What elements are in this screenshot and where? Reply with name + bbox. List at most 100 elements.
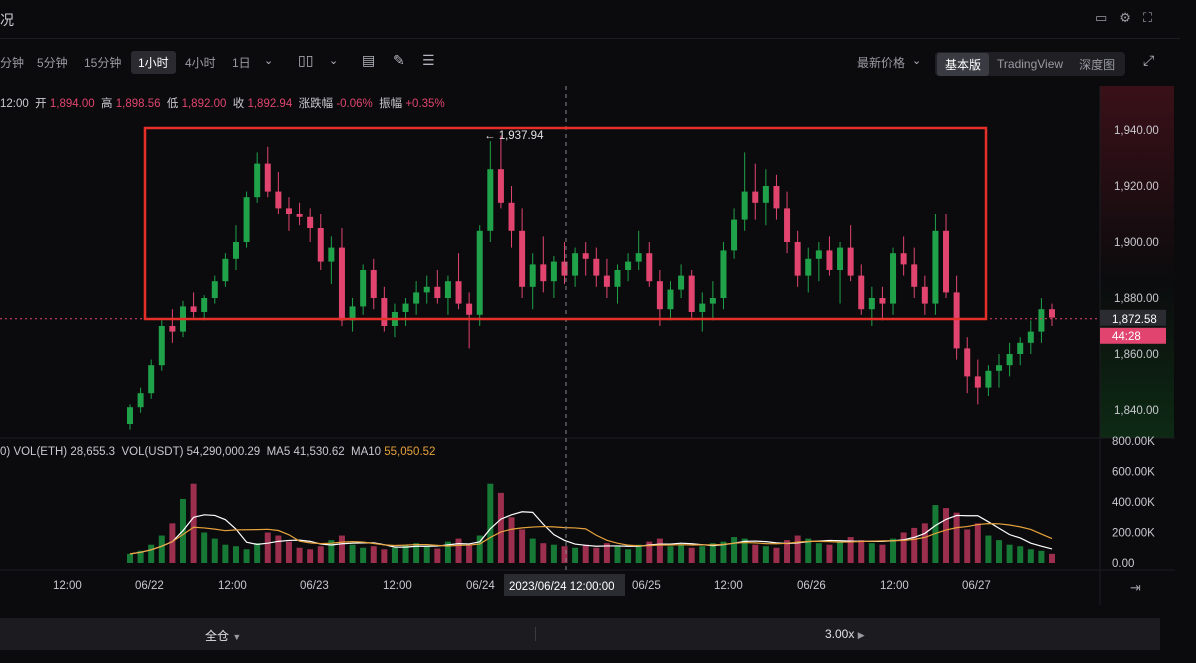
view-basic[interactable]: 基本版 xyxy=(937,52,990,76)
candle-body xyxy=(625,261,632,270)
volume-tick-label: 0.00 xyxy=(1112,558,1134,570)
interval-1h[interactable]: 1小时 xyxy=(131,51,176,74)
candle-body xyxy=(434,286,441,298)
ohlc-time: 12:00 xyxy=(0,98,29,110)
volume-bar xyxy=(497,492,504,563)
time-tick-label: 06/22 xyxy=(135,580,164,592)
volume-bar xyxy=(731,537,738,563)
volume-bar xyxy=(847,537,854,563)
candle-body xyxy=(476,230,483,315)
candle-body xyxy=(974,376,981,388)
candle-body xyxy=(582,253,589,259)
candle-body xyxy=(455,281,462,304)
candle-type-icon[interactable]: ▯▯ xyxy=(298,52,313,69)
volume-bar xyxy=(540,543,547,563)
bar-divider xyxy=(535,627,536,641)
view-tradingview[interactable]: TradingView xyxy=(989,54,1071,74)
volume-bar xyxy=(688,547,695,563)
candle-body xyxy=(932,230,939,304)
candle-body xyxy=(1038,309,1045,332)
leverage-select[interactable]: 3.00x ▶ xyxy=(825,627,865,641)
price-mode-select[interactable]: 最新价格 xyxy=(857,54,905,71)
candle-body xyxy=(285,208,292,214)
volume-bar xyxy=(646,541,653,563)
price-tick-label: 1,940.00 xyxy=(1114,125,1159,137)
volume-bar xyxy=(338,535,345,563)
interval-1m[interactable]: 分钟 xyxy=(0,54,24,71)
time-tick-label: 06/25 xyxy=(632,580,661,592)
candle-body xyxy=(201,298,208,312)
volume-bar xyxy=(455,538,462,563)
ma5-value: 41,530.62 xyxy=(293,446,345,458)
volume-bar xyxy=(879,544,886,563)
interval-4h[interactable]: 4小时 xyxy=(185,54,216,71)
volume-bar xyxy=(296,547,303,563)
volume-bar xyxy=(943,508,950,563)
close-label: 收 xyxy=(232,98,245,110)
candle-body xyxy=(943,230,950,293)
volume-bar xyxy=(423,546,430,563)
candle-body xyxy=(572,253,579,276)
volume-bar xyxy=(1027,549,1034,563)
candle-body xyxy=(635,253,642,262)
view-depth[interactable]: 深度图 xyxy=(1071,53,1123,76)
candle-body xyxy=(391,312,398,326)
fullscreen-icon[interactable]: ⤢ xyxy=(1143,52,1154,69)
highlight-box xyxy=(143,126,988,321)
menu-icon[interactable]: ☰ xyxy=(422,52,435,69)
candle-body xyxy=(158,326,165,366)
candle-body xyxy=(179,306,186,332)
candle-body xyxy=(190,306,197,312)
candle-body xyxy=(847,247,854,276)
change-value: -0.06% xyxy=(336,98,373,110)
time-tick-label: 06/26 xyxy=(797,580,826,592)
volume-bar xyxy=(1038,550,1045,563)
panel-icon[interactable]: ▭ xyxy=(1095,10,1107,26)
settings-icon[interactable]: ⚙ xyxy=(1119,10,1131,26)
candle-body xyxy=(360,270,367,307)
countdown-tag xyxy=(1100,327,1166,344)
indicator-icon[interactable]: ▤ xyxy=(362,52,375,69)
volume-bar xyxy=(614,546,621,563)
interval-15m[interactable]: 15分钟 xyxy=(84,54,121,71)
candle-body xyxy=(1049,309,1055,318)
candle-body xyxy=(413,292,420,304)
volume-bar xyxy=(868,543,875,563)
chevron-down-icon[interactable]: ⌄ xyxy=(912,54,921,67)
price-tick-label: 1,920.00 xyxy=(1114,181,1159,193)
volume-bar xyxy=(137,550,144,563)
volume-bar xyxy=(699,546,706,563)
candle-body xyxy=(805,258,812,276)
volume-bar xyxy=(254,543,261,563)
interval-1d[interactable]: 1日 xyxy=(232,54,251,71)
volume-bar xyxy=(741,538,748,563)
volume-bar xyxy=(391,547,398,563)
max-price-marker: ← 1,937.94 xyxy=(484,130,544,142)
volume-bar xyxy=(264,532,271,563)
ma10-label: MA10 xyxy=(351,446,382,458)
candle-body xyxy=(444,281,451,298)
chevron-down-icon[interactable]: ⌄ xyxy=(329,54,338,67)
volume-bar xyxy=(402,544,409,563)
interval-5m[interactable]: 5分钟 xyxy=(37,54,68,71)
vol-prefix: 0) xyxy=(0,446,11,458)
window-icons: ▭ ⚙ ⛶ xyxy=(1095,10,1152,26)
volume-bar xyxy=(285,541,292,563)
candle-body xyxy=(540,264,547,282)
candle-body xyxy=(264,163,271,192)
candle-body xyxy=(137,393,144,408)
chevron-down-icon[interactable]: ⌄ xyxy=(264,54,273,67)
candle-body xyxy=(837,247,844,270)
candle-body xyxy=(996,365,1003,371)
candle-body xyxy=(254,163,261,198)
volume-bar xyxy=(508,517,515,563)
volume-bar xyxy=(900,532,907,563)
candle-body xyxy=(466,303,473,315)
bottom-bar: 全仓 ▼ 3.00x ▶ xyxy=(0,618,1160,650)
expand-icon[interactable]: ⛶ xyxy=(1143,10,1152,26)
pencil-icon[interactable]: ✎ xyxy=(393,52,405,69)
volume-bar xyxy=(201,532,208,563)
margin-mode-select[interactable]: 全仓 ▼ xyxy=(205,627,241,644)
axis-fit-icon[interactable]: ⇥ xyxy=(1130,580,1141,595)
candle-body xyxy=(752,191,759,203)
